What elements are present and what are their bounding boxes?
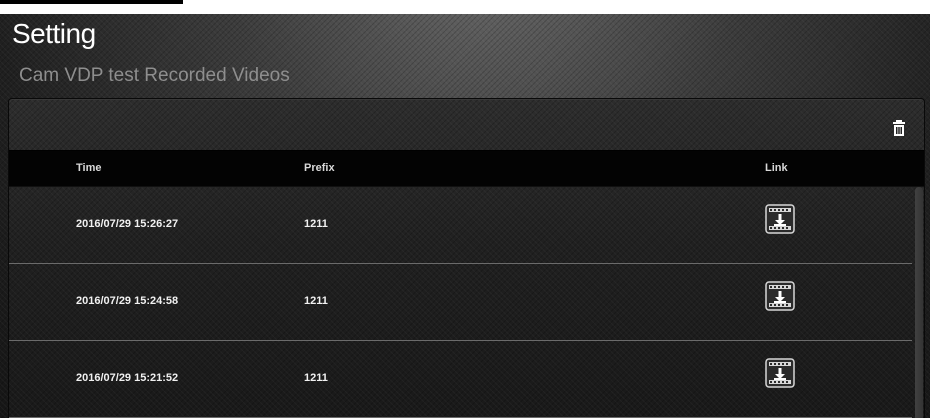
download-video-icon [765, 358, 795, 388]
download-button[interactable] [765, 358, 795, 388]
column-header-link: Link [765, 162, 788, 174]
download-button[interactable] [765, 281, 795, 311]
row-prefix: 1211 [304, 295, 328, 307]
table-row: 2016/07/29 15:26:27 1211 [9, 187, 912, 264]
row-prefix: 1211 [304, 218, 328, 230]
scrollbar-thumb[interactable] [915, 187, 923, 418]
column-header-time: Time [76, 162, 102, 174]
row-time: 2016/07/29 15:21:52 [76, 372, 179, 384]
download-video-icon [765, 204, 795, 234]
table-row: 2016/07/29 15:24:58 1211 [9, 264, 912, 341]
top-strip-tab [0, 0, 183, 4]
row-time: 2016/07/29 15:26:27 [76, 218, 179, 230]
recorded-videos-screen: Setting Cam VDP test Recorded Videos Tim… [0, 0, 930, 418]
table-header: Time Prefix Link [9, 150, 924, 187]
recorded-videos-panel: Time Prefix Link 2016/07/29 15:26:27 121… [8, 98, 925, 418]
delete-button[interactable] [892, 120, 906, 136]
row-time: 2016/07/29 15:24:58 [76, 295, 179, 307]
trash-icon [893, 120, 905, 136]
page-subtitle: Cam VDP test Recorded Videos [19, 65, 290, 86]
download-video-icon [765, 281, 795, 311]
download-button[interactable] [765, 204, 795, 234]
top-strip [0, 0, 930, 14]
page-title: Setting [12, 18, 96, 49]
table-toolbar [9, 99, 924, 149]
column-header-prefix: Prefix [304, 162, 335, 174]
table-body: 2016/07/29 15:26:27 1211 2016/07/29 15:2… [9, 187, 912, 418]
row-prefix: 1211 [304, 372, 328, 384]
table-row: 2016/07/29 15:21:52 1211 [9, 341, 912, 418]
vertical-scrollbar[interactable] [914, 187, 924, 418]
